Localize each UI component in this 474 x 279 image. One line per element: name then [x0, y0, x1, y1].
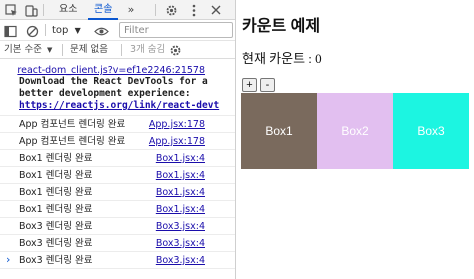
console-prompt[interactable]: › — [6, 253, 10, 266]
toolbar-separator — [121, 44, 122, 56]
console-entry: Box3 렌더링 완료 Box3.jsx:4 — [0, 235, 235, 252]
box1: Box1 — [241, 93, 317, 169]
devtools-panel: 요소 콘솔 » top ▼ 기본 수준 — [0, 0, 235, 279]
dropdown-icon: ▼ — [74, 26, 81, 35]
console-entry: Box1 렌더링 완료 Box1.jsx:4 — [0, 201, 235, 218]
console-entry-text: Box1 렌더링 완료 — [19, 187, 93, 198]
console-entry: react-dom_client.js?v=ef1e2246:21578 Dow… — [0, 64, 235, 116]
tab-elements[interactable]: 요소 — [59, 0, 77, 20]
console-entry: Box1 렌더링 완료 Box1.jsx:4 — [0, 167, 235, 184]
console-entry-source[interactable]: App.jsx:178 — [149, 118, 205, 132]
console-entry-source[interactable]: Box1.jsx:4 — [156, 186, 205, 200]
console-entry-source[interactable]: Box3.jsx:4 — [156, 237, 205, 251]
context-select[interactable]: top ▼ — [52, 23, 81, 38]
box3: Box3 — [393, 93, 469, 169]
more-tabs-icon[interactable]: » — [123, 2, 139, 18]
log-levels-select[interactable]: 기본 수준 ▼ — [4, 41, 52, 59]
box2: Box2 — [317, 93, 393, 169]
console-entry-text: Box3 렌더링 완료 — [19, 221, 93, 232]
console-entry: Box3 렌더링 완료 Box3.jsx:4 — [0, 252, 235, 269]
console-entry: Box1 렌더링 완료 Box1.jsx:4 — [0, 150, 235, 167]
console-entry-source[interactable]: Box1.jsx:4 — [156, 169, 205, 183]
console-entry: Box1 렌더링 완료 Box1.jsx:4 — [0, 184, 235, 201]
kebab-menu-icon[interactable] — [186, 2, 202, 18]
console-entry-text: App 컴포넌트 렌더링 완료 — [19, 136, 126, 147]
console-messages: react-dom_client.js?v=ef1e2246:21578 Dow… — [0, 60, 235, 279]
increment-button[interactable]: + — [242, 78, 257, 92]
toolbar-separator — [45, 24, 46, 36]
count-label: 현재 카운트 : 0 — [242, 51, 322, 66]
decrement-button[interactable]: - — [260, 78, 275, 92]
console-entry-source[interactable]: Box3.jsx:4 — [156, 220, 205, 234]
device-toolbar-icon[interactable] — [23, 2, 39, 18]
tab-console[interactable]: 콘솔 — [94, 0, 112, 20]
hidden-count-label: 3개 숨김 — [130, 44, 166, 55]
close-icon[interactable] — [208, 2, 224, 18]
console-entry-source[interactable]: Box3.jsx:4 — [156, 254, 205, 268]
toolbar-separator — [62, 44, 63, 56]
console-entry-text: Box3 렌더링 완료 — [19, 238, 93, 249]
box1-label: Box1 — [265, 124, 293, 138]
devtools-link[interactable]: https://reactjs.org/link/react-devt — [19, 99, 219, 113]
console-entry-source[interactable]: Box1.jsx:4 — [156, 152, 205, 166]
inspect-icon[interactable] — [3, 2, 19, 18]
issues-button[interactable]: 문제 없음 — [70, 41, 108, 59]
console-entry-source[interactable]: App.jsx:178 — [149, 135, 205, 149]
console-entry-text: App 컴포넌트 렌더링 완료 — [19, 119, 126, 130]
filter-input[interactable] — [119, 22, 233, 38]
eye-icon[interactable] — [93, 23, 109, 39]
settings-icon[interactable] — [163, 2, 179, 18]
console-entry-text: Box3 렌더링 완료 — [19, 255, 93, 266]
tabbar-separator — [43, 4, 44, 16]
log-levels-label: 기본 수준 — [4, 44, 42, 55]
console-entry: App 컴포넌트 렌더링 완료 App.jsx:178 — [0, 116, 235, 133]
console-toolbar-secondary: 기본 수준 ▼ 문제 없음 3개 숨김 — [0, 41, 235, 59]
console-entry-text: Box1 렌더링 완료 — [19, 153, 93, 164]
devtools-tabbar: 요소 콘솔 » — [0, 0, 235, 20]
page-title: 카운트 예제 — [242, 18, 321, 35]
dropdown-icon: ▼ — [47, 46, 53, 54]
console-entry: App 컴포넌트 렌더링 완료 App.jsx:178 — [0, 133, 235, 150]
console-entry-text: Box1 렌더링 완료 — [19, 170, 93, 181]
box2-label: Box2 — [341, 124, 369, 138]
page-content: 카운트 예제 현재 카운트 : 0 + - Box1 Box2 Box3 — [236, 0, 474, 279]
box3-label: Box3 — [417, 124, 445, 138]
clear-console-icon[interactable] — [24, 23, 40, 39]
console-entry: Box3 렌더링 완료 Box3.jsx:4 — [0, 218, 235, 235]
context-select-value: top — [52, 25, 69, 36]
console-entry-source[interactable]: Box1.jsx:4 — [156, 203, 205, 217]
console-entry-text: Box1 렌더링 완료 — [19, 204, 93, 215]
console-toolbar: top ▼ — [0, 20, 235, 41]
sidebar-icon[interactable] — [2, 23, 18, 39]
gear-icon[interactable] — [167, 42, 183, 58]
tabbar-separator — [155, 4, 156, 16]
